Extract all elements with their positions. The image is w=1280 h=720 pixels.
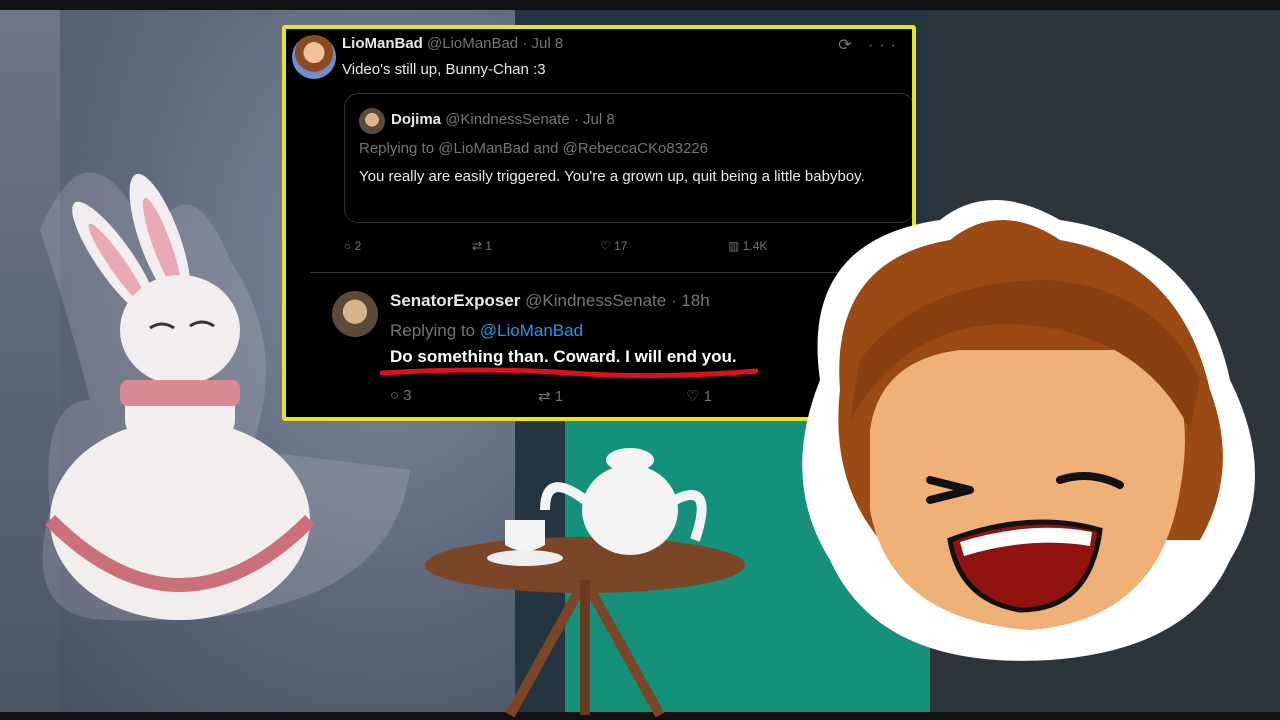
like-count: 17	[614, 239, 628, 253]
replying-to-label: Replying to	[390, 321, 476, 340]
reply-reply-button[interactable]: ○ 3	[390, 387, 538, 405]
cartoon-avatar-face	[802, 200, 1255, 661]
more-options-icon[interactable]: ⟳ ···	[838, 35, 902, 55]
tweet-header: LioManBad @LioManBad · Jul 8	[342, 35, 563, 52]
reply-author-name[interactable]: SenatorExposer	[390, 291, 520, 310]
quoted-replying-to: Replying to @LioManBad and @RebeccaCKo83…	[359, 140, 709, 157]
reply-retweet-count: 1	[554, 388, 564, 405]
reply-icon: ○	[390, 387, 400, 404]
replying-to-handle[interactable]: @LioManBad	[480, 321, 583, 340]
user-avatar[interactable]	[292, 35, 336, 79]
like-icon: ♡	[600, 239, 611, 253]
retweet-icon: ⇄	[472, 239, 483, 253]
like-icon: ♡	[686, 388, 700, 405]
retweet-icon: ⇄	[538, 388, 551, 405]
reply-replying-to: Replying to @LioManBad	[390, 321, 583, 341]
quoted-tweet-header: Dojima @KindnessSenate · Jul 8	[391, 111, 615, 128]
reply-author-handle[interactable]: @KindnessSenate	[525, 291, 666, 310]
reply-header: SenatorExposer @KindnessSenate · 18h	[390, 291, 710, 311]
quoted-author-name: Dojima	[391, 111, 442, 128]
tweet-time: · Jul 8	[522, 35, 564, 52]
reply-count: 2	[354, 239, 362, 253]
quoted-author-handle: @KindnessSenate	[445, 111, 570, 128]
quoted-tweet-time: · Jul 8	[573, 111, 615, 128]
views-icon: ▥	[728, 239, 740, 253]
reply-user-avatar[interactable]	[332, 291, 378, 337]
reply-button[interactable]: ○ 2	[344, 239, 472, 253]
tea-table-illustration	[425, 448, 745, 718]
retweet-button[interactable]: ⇄ 1	[472, 239, 600, 253]
retweet-count: 1	[485, 239, 493, 253]
author-handle[interactable]: @LioManBad	[427, 35, 518, 52]
reply-reply-count: 3	[403, 387, 412, 404]
red-underline-annotation	[380, 367, 758, 379]
tweet-text: Video's still up, Bunny-Chan :3	[342, 61, 546, 78]
reply-text: Do something than. Coward. I will end yo…	[390, 347, 737, 366]
reply-like-count: 1	[703, 388, 712, 405]
like-button[interactable]: ♡ 17	[600, 239, 728, 253]
letterbox-top	[0, 0, 1280, 10]
reply-retweet-button[interactable]: ⇄ 1	[538, 387, 686, 405]
quoted-user-avatar	[359, 108, 385, 134]
reply-icon: ○	[344, 239, 352, 253]
author-name[interactable]: LioManBad	[342, 35, 423, 52]
reply-time: · 18h	[670, 291, 710, 310]
